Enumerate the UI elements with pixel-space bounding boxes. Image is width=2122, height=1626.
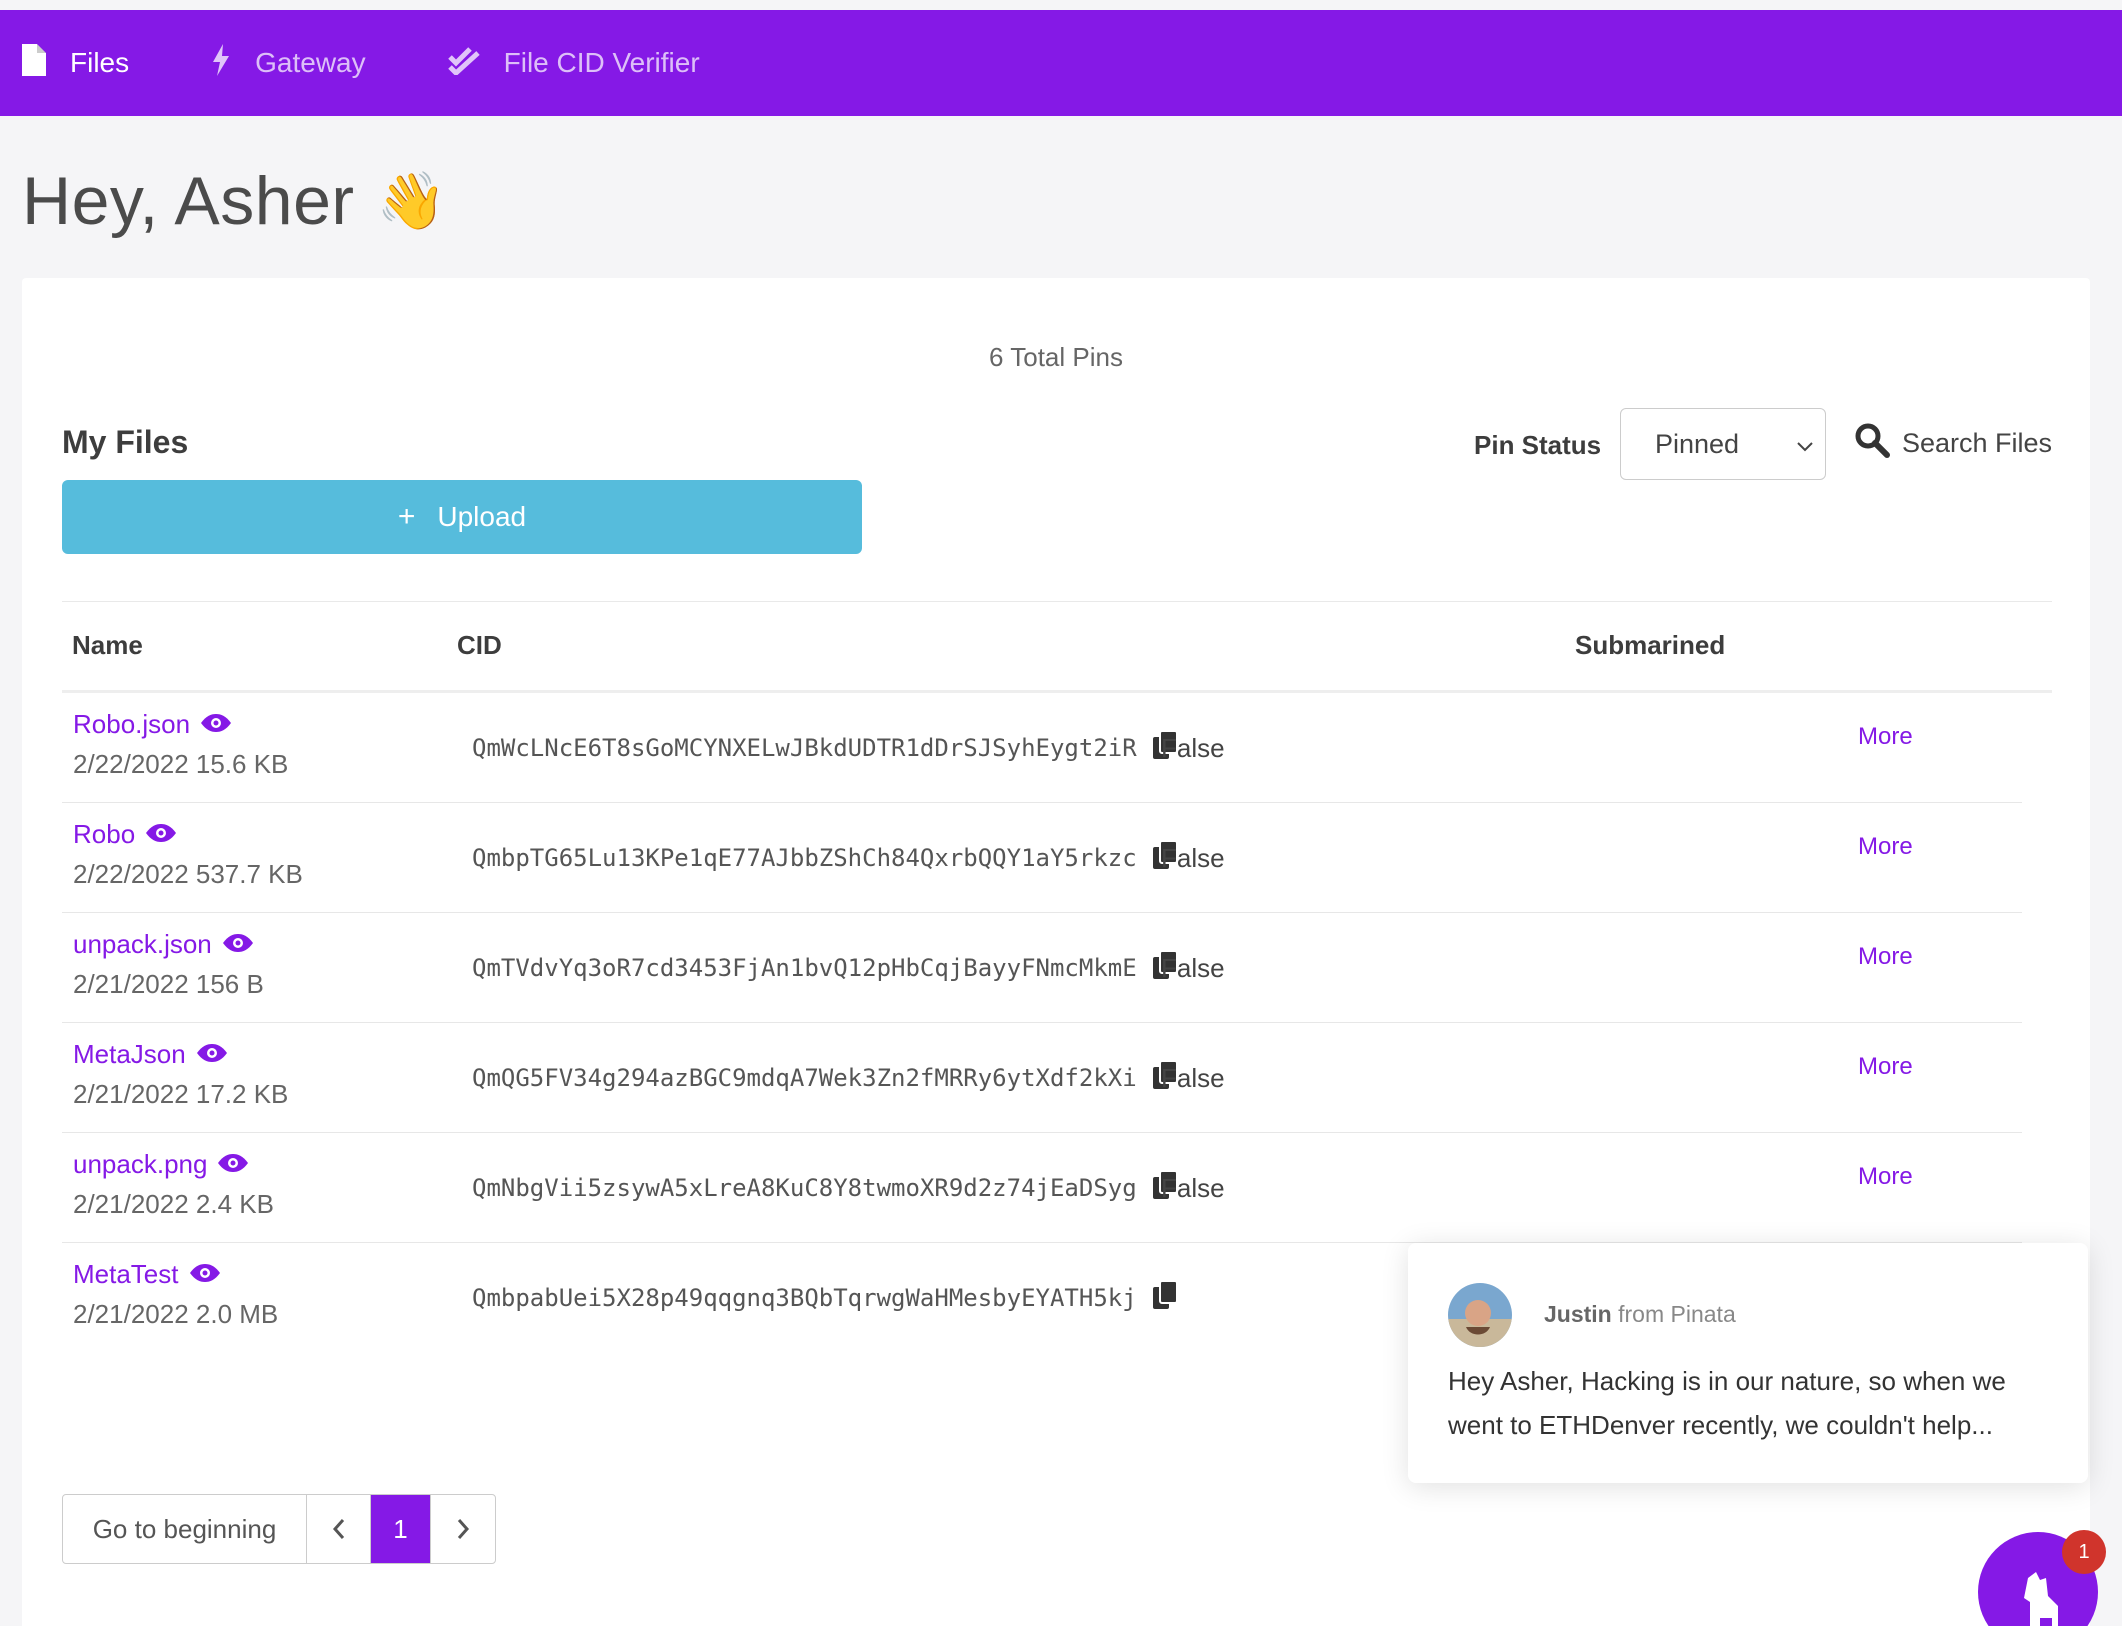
submarined-value: False xyxy=(1161,843,1225,873)
table-row: unpack.json 2/21/2022 156 B QmTVdvYq3oR7… xyxy=(62,913,2022,1023)
notification-badge: 1 xyxy=(2062,1530,2106,1574)
top-navbar: Files Gateway File CID Verifier xyxy=(0,10,2122,116)
chevron-left-icon xyxy=(332,1519,344,1539)
file-name-link[interactable]: MetaJson xyxy=(73,1039,228,1070)
copy-icon[interactable] xyxy=(1152,1280,1178,1315)
more-link[interactable]: More xyxy=(1858,833,1913,861)
search-files-button[interactable]: Search Files xyxy=(1854,422,2052,465)
file-name: MetaJson xyxy=(73,1039,186,1069)
more-link[interactable]: More xyxy=(1858,1053,1913,1081)
section-title: My Files xyxy=(62,424,189,460)
column-header-submarined: Submarined xyxy=(1575,630,1726,660)
file-meta: 2/22/2022 15.6 KB xyxy=(73,749,289,779)
file-icon xyxy=(20,43,70,83)
search-icon xyxy=(1854,422,1902,465)
column-header-cid: CID xyxy=(457,630,502,660)
table-row: Robo.json 2/22/2022 15.6 KB QmWcLNcE6T8s… xyxy=(62,693,2022,803)
page-1-button[interactable]: 1 xyxy=(371,1495,431,1563)
pin-status-select[interactable]: Pinned xyxy=(1620,408,1826,480)
cid-cell: QmWcLNcE6T8sGoMCYNXELwJBkdUDTR1dDrSJSyhE… xyxy=(472,730,1178,765)
nav-item-gateway[interactable]: Gateway xyxy=(211,43,366,83)
table-row: MetaJson 2/21/2022 17.2 KB QmQG5FV34g294… xyxy=(62,1023,2022,1133)
chat-message-text: Hey Asher, Hacking is in our nature, so … xyxy=(1448,1366,2006,1440)
cid-cell: QmbpTG65Lu13KPe1qE77AJbbZShCh84QxrbQQY1a… xyxy=(472,840,1178,875)
cid-value: QmNbgVii5zsywA5xLreA8KuC8Y8twmoXR9d2z74j… xyxy=(472,1174,1137,1202)
file-name: Robo xyxy=(73,819,136,849)
prev-page-button[interactable] xyxy=(307,1495,371,1563)
greeting-text: Hey, Asher xyxy=(22,163,355,239)
file-meta: 2/21/2022 17.2 KB xyxy=(73,1079,289,1109)
nav-item-files[interactable]: Files xyxy=(20,43,130,83)
sender-org: from Pinata xyxy=(1611,1301,1736,1327)
table-row: Robo 2/22/2022 537.7 KB QmbpTG65Lu13KPe1… xyxy=(62,803,2022,913)
total-pins: 6 Total Pins xyxy=(989,342,1123,372)
eye-icon[interactable] xyxy=(196,1039,228,1070)
submarined-value: False xyxy=(1161,733,1225,763)
eye-icon[interactable] xyxy=(217,1149,249,1180)
more-link[interactable]: More xyxy=(1858,723,1913,751)
more-link[interactable]: More xyxy=(1858,1163,1913,1191)
eye-icon[interactable] xyxy=(200,709,232,740)
cid-cell: QmNbgVii5zsywA5xLreA8KuC8Y8twmoXR9d2z74j… xyxy=(472,1170,1178,1205)
wave-emoji: 👋 xyxy=(376,169,447,232)
pin-status-value: Pinned xyxy=(1655,428,1740,459)
file-meta: 2/22/2022 537.7 KB xyxy=(73,859,303,889)
table-row: unpack.png 2/21/2022 2.4 KB QmNbgVii5zsy… xyxy=(62,1133,2022,1243)
file-name: MetaTest xyxy=(73,1259,179,1289)
column-header-name: Name xyxy=(72,630,143,660)
eye-icon[interactable] xyxy=(145,819,177,850)
more-link[interactable]: More xyxy=(1858,943,1913,971)
bolt-icon xyxy=(211,43,255,83)
cid-value: QmbpTG65Lu13KPe1qE77AJbbZShCh84QxrbQQY1a… xyxy=(472,844,1137,872)
cid-cell: QmTVdvYq3oR7cd3453FjAn1bvQ12pHbCqjBayyFN… xyxy=(472,950,1178,985)
avatar xyxy=(1448,1283,1512,1347)
file-name: Robo.json xyxy=(73,709,191,739)
eye-icon[interactable] xyxy=(189,1259,221,1290)
nav-item-label: File CID Verifier xyxy=(503,47,700,78)
page-title: Hey, Asher 👋 xyxy=(22,162,447,240)
cid-value: QmQG5FV34g294azBGC9mdqA7Wek3Zn2fMRRy6ytX… xyxy=(472,1064,1137,1092)
chat-sender: Justin from Pinata xyxy=(1544,1301,1736,1328)
upload-button[interactable]: + Upload xyxy=(62,480,862,554)
file-name-link[interactable]: unpack.json xyxy=(73,929,254,960)
cid-value: QmbpabUei5X28p49qqgnq3BQbTqrwgWaHMesbyEY… xyxy=(472,1284,1137,1312)
file-meta: 2/21/2022 156 B xyxy=(73,969,264,999)
nav-item-label: Files xyxy=(70,47,130,78)
cid-cell: QmbpabUei5X28p49qqgnq3BQbTqrwgWaHMesbyEY… xyxy=(472,1280,1178,1315)
submarined-value: False xyxy=(1161,1063,1225,1093)
cid-cell: QmQG5FV34g294azBGC9mdqA7Wek3Zn2fMRRy6ytX… xyxy=(472,1060,1178,1095)
submarined-value: False xyxy=(1161,1173,1225,1203)
file-meta: 2/21/2022 2.0 MB xyxy=(73,1299,279,1329)
check-double-icon xyxy=(447,45,504,82)
file-name-link[interactable]: Robo xyxy=(73,819,177,850)
file-name-link[interactable]: unpack.png xyxy=(73,1149,249,1180)
file-name: unpack.png xyxy=(73,1149,208,1179)
nav-item-label: Gateway xyxy=(255,47,366,78)
file-meta: 2/21/2022 2.4 KB xyxy=(73,1189,274,1219)
pin-status-label: Pin Status xyxy=(1474,430,1602,460)
plus-icon: + xyxy=(397,500,416,533)
file-name-link[interactable]: MetaTest xyxy=(73,1259,221,1290)
cid-value: QmTVdvYq3oR7cd3453FjAn1bvQ12pHbCqjBayyFN… xyxy=(472,954,1137,982)
upload-label: Upload xyxy=(437,501,527,532)
chat-message-popup[interactable]: Justin from Pinata Hey Asher, Hacking is… xyxy=(1408,1243,2088,1483)
go-to-beginning-button[interactable]: Go to beginning xyxy=(63,1495,307,1563)
eye-icon[interactable] xyxy=(222,929,254,960)
divider xyxy=(62,601,2052,602)
submarined-value: False xyxy=(1161,953,1225,983)
file-name-link[interactable]: Robo.json xyxy=(73,709,232,740)
pagination: Go to beginning 1 xyxy=(62,1494,496,1564)
cid-value: QmWcLNcE6T8sGoMCYNXELwJBkdUDTR1dDrSJSyhE… xyxy=(472,734,1137,762)
chevron-down-icon xyxy=(1795,433,1815,464)
file-name: unpack.json xyxy=(73,929,212,959)
chevron-right-icon xyxy=(457,1519,470,1539)
next-page-button[interactable] xyxy=(431,1495,495,1563)
sender-name: Justin xyxy=(1544,1301,1612,1327)
search-label: Search Files xyxy=(1902,428,2053,458)
nav-item-cid-verifier[interactable]: File CID Verifier xyxy=(447,45,700,82)
